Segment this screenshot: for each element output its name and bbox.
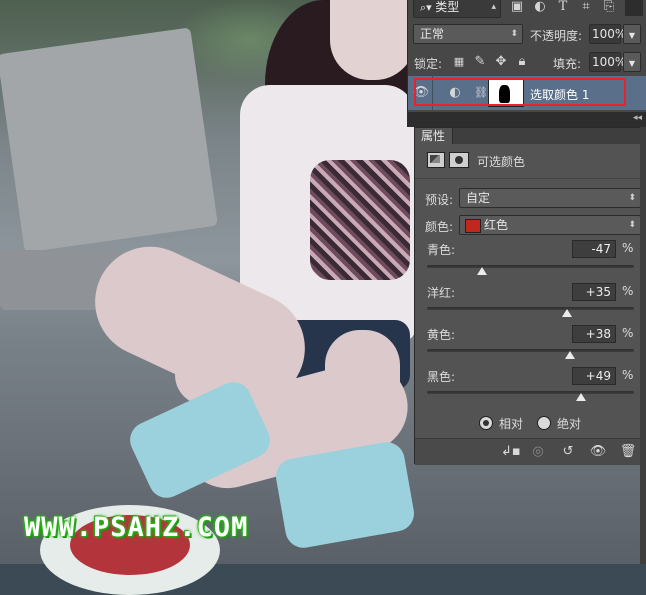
opacity-value: 100% xyxy=(592,27,627,41)
layers-panel: ⌕▾ 类型 ▴ ▣ ◐ T ⌗ ⎘ 正常 ⬍ 不透明度: 100% ▼ 锁定: … xyxy=(407,0,646,112)
clip-to-layer-icon[interactable]: ↲▪ xyxy=(501,443,521,461)
slider-track[interactable] xyxy=(427,349,634,352)
filter-toggle-icon[interactable] xyxy=(625,0,643,16)
panel-edge-strip xyxy=(640,127,646,564)
watermark: WWW.PSAHZ.COM xyxy=(24,512,249,543)
chevron-updown-icon: ⬍ xyxy=(510,29,518,39)
colors-select[interactable]: 红色 ⬍ xyxy=(459,215,641,235)
preset-label: 预设: xyxy=(425,193,454,207)
layer-filter-label: 类型 xyxy=(435,0,460,14)
slider-thumb[interactable] xyxy=(561,309,572,317)
properties-panel: 属性 可选颜色 预设: 自定 ⬍ 颜色: 红色 ⬍ 青色: -47 % 洋红: … xyxy=(414,127,646,465)
absolute-label: 绝对 xyxy=(557,417,582,431)
slider-label: 洋红: xyxy=(427,286,456,300)
slider-value-input[interactable]: +49 xyxy=(572,367,616,385)
face xyxy=(330,0,415,80)
colors-label: 颜色: xyxy=(425,220,454,234)
selective-color-icon-inner xyxy=(430,155,440,163)
hand-right xyxy=(325,330,400,420)
slider-value-input[interactable]: -47 xyxy=(572,240,616,258)
adjustment-filter-icon[interactable]: ◐ xyxy=(531,0,549,16)
slider-thumb[interactable] xyxy=(564,351,575,359)
lock-label: 锁定: xyxy=(414,57,443,71)
stone-block xyxy=(0,27,218,253)
reset-icon[interactable]: ↺ xyxy=(559,443,577,461)
colors-value: 红色 xyxy=(484,218,509,232)
color-swatch xyxy=(465,219,481,233)
relative-radio[interactable] xyxy=(479,416,493,430)
shape-filter-icon[interactable]: ⌗ xyxy=(577,0,595,16)
tab-properties[interactable]: 属性 xyxy=(415,128,453,144)
blend-mode-select[interactable]: 正常 ⬍ xyxy=(413,24,523,44)
fill-label: 填充: xyxy=(553,57,582,71)
selective-color-icon xyxy=(427,152,445,168)
slider-thumb[interactable] xyxy=(576,393,587,401)
slider-label: 青色: xyxy=(427,243,456,257)
trash-icon[interactable]: 🗑︎ xyxy=(619,443,637,461)
search-icon: ⌕▾ xyxy=(420,1,436,14)
chevron-down-icon: ▼ xyxy=(628,59,636,68)
smart-object-filter-icon[interactable]: ⎘ xyxy=(600,0,618,16)
slider-thumb[interactable] xyxy=(476,267,487,275)
scarf xyxy=(310,160,410,280)
lock-all-icon[interactable]: 🔒︎ xyxy=(513,53,531,71)
slider-track[interactable] xyxy=(427,307,634,310)
percent-sign: % xyxy=(622,368,634,382)
layer-row-selective-color[interactable]: 👁︎ ◐ ⛓︎ 选取颜色 1 xyxy=(408,76,646,110)
properties-footer: ↲▪ ◎ ↺ 👁︎ 🗑︎ xyxy=(415,438,645,465)
slider-track[interactable] xyxy=(427,265,634,268)
slider-label: 黄色: xyxy=(427,328,456,342)
percent-sign: % xyxy=(622,326,634,340)
preset-value: 自定 xyxy=(466,191,491,205)
collapse-icon[interactable]: ◂◂ xyxy=(633,113,642,123)
slider-value-input[interactable]: +38 xyxy=(572,325,616,343)
chevron-updown-icon: ▴ xyxy=(491,2,496,12)
mask-icon-dot xyxy=(455,156,463,164)
absolute-radio[interactable] xyxy=(537,416,551,430)
highlight-box xyxy=(414,78,626,106)
mask-icon[interactable] xyxy=(449,152,469,168)
relative-label: 相对 xyxy=(499,417,524,431)
opacity-dropdown-button[interactable]: ▼ xyxy=(623,24,641,44)
chevron-down-icon: ▼ xyxy=(628,31,636,40)
layer-filter-select[interactable]: ⌕▾ 类型 ▴ xyxy=(413,0,501,18)
view-previous-state-icon[interactable]: ◎ xyxy=(529,443,547,461)
properties-title: 可选颜色 xyxy=(477,155,526,169)
fill-value: 100% xyxy=(592,55,627,69)
opacity-input[interactable]: 100% xyxy=(589,24,626,44)
divider xyxy=(415,178,645,179)
slider-value-input[interactable]: +35 xyxy=(572,283,616,301)
blend-mode-value: 正常 xyxy=(420,27,445,41)
slider-track[interactable] xyxy=(427,391,634,394)
percent-sign: % xyxy=(622,241,634,255)
lock-transparent-icon[interactable]: ▦ xyxy=(450,53,468,71)
chevron-updown-icon: ⬍ xyxy=(628,220,636,230)
slider-label: 黑色: xyxy=(427,370,456,384)
fill-input[interactable]: 100% xyxy=(589,52,626,72)
percent-sign: % xyxy=(622,284,634,298)
type-filter-icon[interactable]: T xyxy=(554,0,572,16)
opacity-label: 不透明度: xyxy=(530,29,583,43)
fill-dropdown-button[interactable]: ▼ xyxy=(623,52,641,72)
toggle-visibility-eye-icon[interactable]: 👁︎ xyxy=(589,443,607,461)
tab-bar xyxy=(453,128,645,144)
chevron-updown-icon: ⬍ xyxy=(628,193,636,203)
preset-select[interactable]: 自定 ⬍ xyxy=(459,188,641,208)
panel-dock-gap: ◂◂ xyxy=(407,112,646,127)
lock-position-icon[interactable]: ✥ xyxy=(492,53,510,71)
lock-image-icon[interactable]: ✎ xyxy=(471,53,489,71)
image-filter-icon[interactable]: ▣ xyxy=(508,0,526,16)
